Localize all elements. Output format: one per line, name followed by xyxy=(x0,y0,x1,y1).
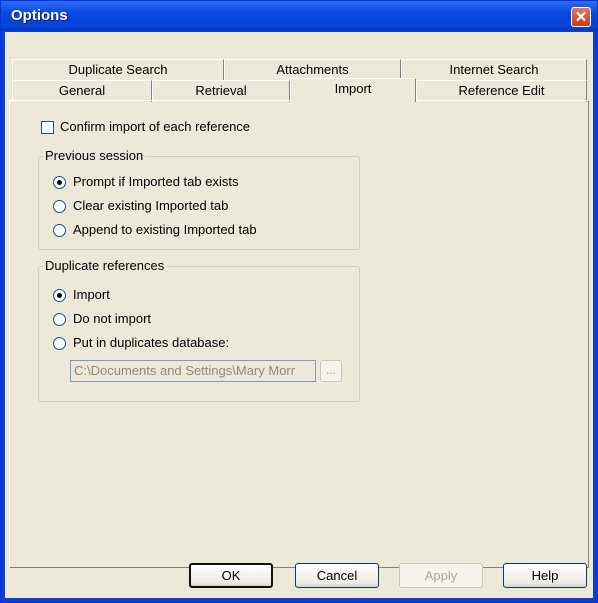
radio-clear-label: Clear existing Imported tab xyxy=(73,198,229,213)
help-button[interactable]: Help xyxy=(503,563,587,588)
radio-append-imported[interactable] xyxy=(53,224,66,237)
radio-prompt-label: Prompt if Imported tab exists xyxy=(73,174,239,189)
browse-button[interactable]: ... xyxy=(320,360,342,382)
radio-put-in-duplicates-db[interactable] xyxy=(53,337,66,350)
import-tab-panel: Confirm import of each reference Previou… xyxy=(9,100,589,568)
radio-append-label: Append to existing Imported tab xyxy=(73,222,257,237)
tab-general[interactable]: General xyxy=(12,80,152,102)
tab-reference-edit[interactable]: Reference Edit xyxy=(416,80,587,102)
options-dialog: Options ✕ Duplicate Search Attachments I… xyxy=(0,0,598,603)
radio-duplicates-db-label: Put in duplicates database: xyxy=(73,335,230,350)
radio-do-not-import[interactable] xyxy=(53,313,66,326)
cancel-button[interactable]: Cancel xyxy=(295,563,379,588)
confirm-import-checkbox[interactable] xyxy=(41,121,54,134)
apply-button[interactable]: Apply xyxy=(399,563,483,588)
tab-duplicate-search[interactable]: Duplicate Search xyxy=(12,59,224,81)
window-title: Options xyxy=(11,7,68,24)
radio-import-label: Import xyxy=(73,287,110,302)
previous-session-title: Previous session xyxy=(43,148,146,163)
radio-import[interactable] xyxy=(53,289,66,302)
radio-do-not-import-label: Do not import xyxy=(73,311,152,326)
tab-import[interactable]: Import xyxy=(290,78,416,102)
title-bar[interactable]: Options ✕ xyxy=(1,1,597,31)
duplicates-path-field[interactable]: C:\Documents and Settings\Mary Morr xyxy=(70,360,316,382)
tab-internet-search[interactable]: Internet Search xyxy=(401,59,587,81)
dialog-body: Duplicate Search Attachments Internet Se… xyxy=(5,32,593,598)
confirm-import-label: Confirm import of each reference xyxy=(60,119,251,134)
radio-prompt-if-imported[interactable] xyxy=(53,176,66,189)
tab-retrieval[interactable]: Retrieval xyxy=(152,80,290,102)
radio-clear-imported[interactable] xyxy=(53,200,66,213)
ok-button[interactable]: OK xyxy=(189,563,273,588)
close-icon[interactable]: ✕ xyxy=(571,7,591,27)
duplicate-references-title: Duplicate references xyxy=(43,258,167,273)
